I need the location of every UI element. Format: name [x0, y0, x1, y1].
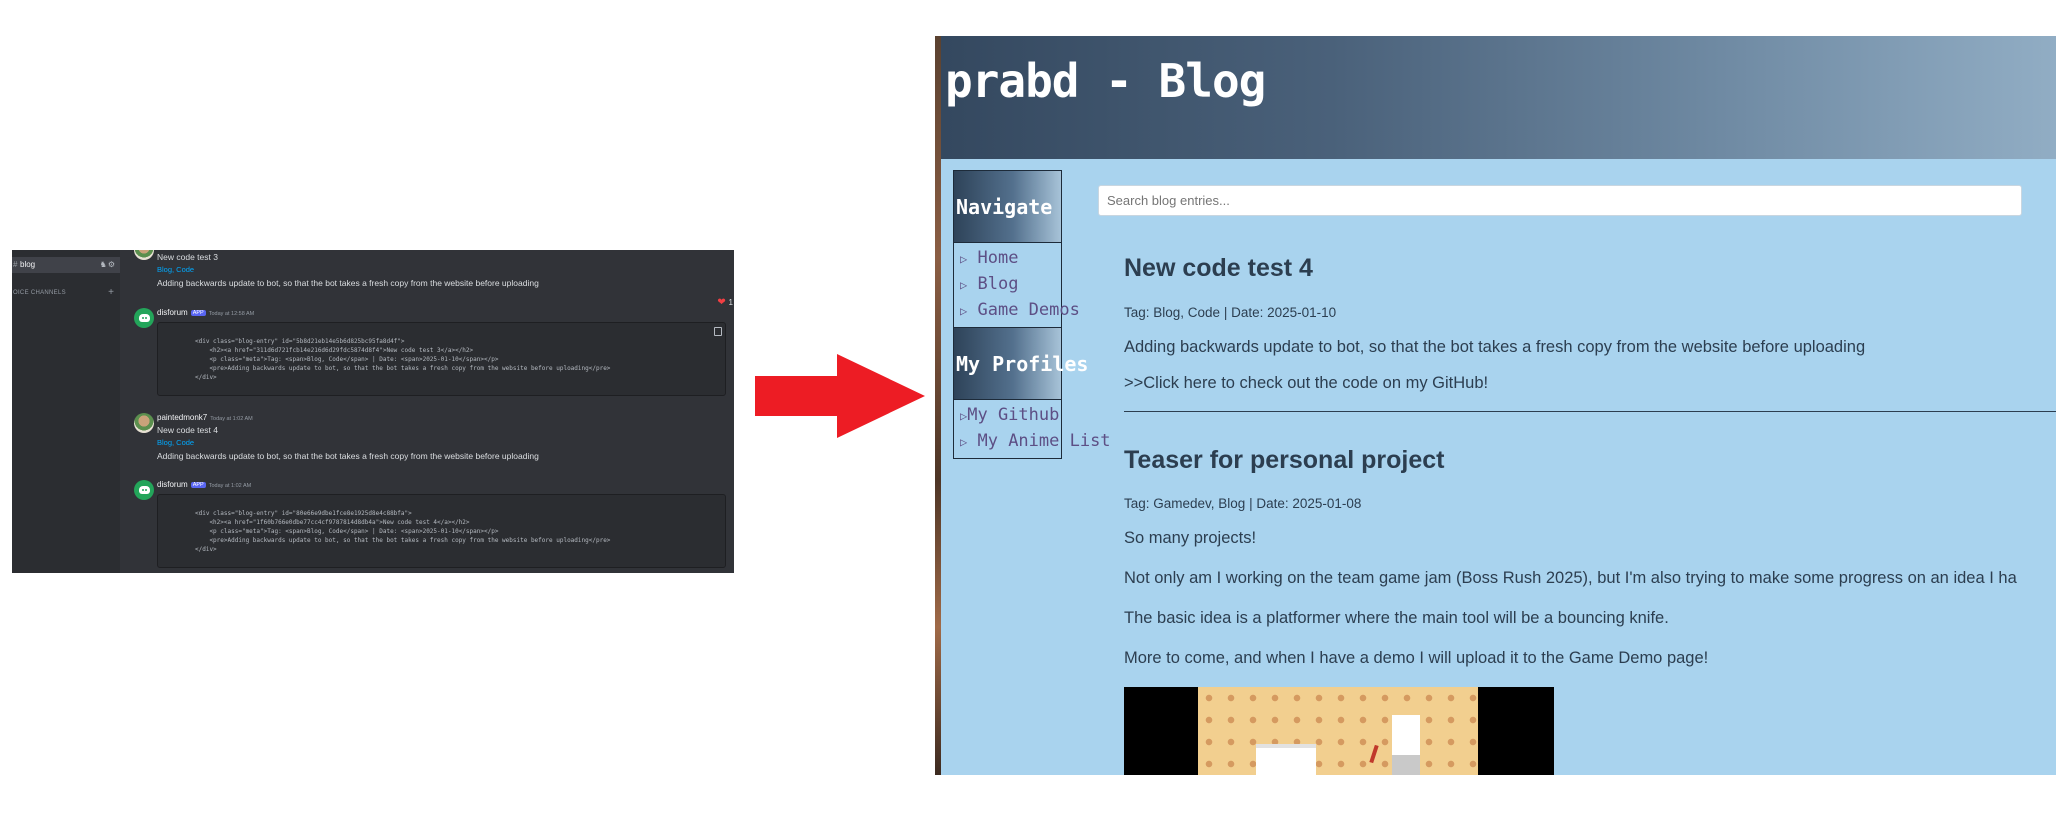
message-timestamp: Today at 1:02 AM	[208, 483, 252, 489]
message-tags: Blog, Code	[157, 265, 195, 274]
code-line: <pre>Adding backwards update to bot, so …	[195, 365, 611, 372]
profile-link-github[interactable]: ▷My Github	[960, 403, 1061, 429]
message-content: New code test 3	[157, 252, 218, 262]
code-block[interactable]: <div class="blog-entry" id="5b8d21eb14e5…	[157, 322, 726, 396]
nav-link-label[interactable]: Game Demos	[977, 300, 1079, 320]
copy-icon[interactable]	[714, 327, 722, 336]
post-paragraph: Not only am I working on the team game j…	[1124, 569, 2017, 587]
demo-pillar-base	[1392, 755, 1420, 775]
triangle-right-icon: ▷	[960, 252, 968, 266]
nav-item-game-demos[interactable]: ▷ Game Demos	[960, 298, 1080, 324]
code-line: <p class="meta">Tag: <span>Blog, Code</s…	[195, 528, 499, 535]
author-name[interactable]: disforum	[157, 480, 188, 489]
channel-name: blog	[20, 260, 36, 269]
profiles-heading: My Profiles	[954, 328, 1088, 400]
navigate-heading: Navigate	[954, 171, 1061, 243]
nav-link-label[interactable]: Home	[977, 248, 1018, 268]
triangle-right-icon: ▷	[960, 304, 968, 318]
profile-link-anime-list[interactable]: ▷ My Anime List	[960, 429, 1111, 455]
message-description: Adding backwards update to bot, so that …	[157, 278, 539, 288]
demo-block	[1256, 744, 1316, 775]
add-channel-icon[interactable]: +	[108, 287, 114, 298]
navigate-box: Navigate ▷ Home ▷ Blog ▷ Game Demos	[953, 170, 1080, 328]
post-title[interactable]: New code test 4	[1124, 254, 1313, 283]
discord-screenshot: # blog ♞⚙ OICE CHANNELS + New code test …	[12, 250, 734, 573]
message-author[interactable]: paintedmonk7 Today at 1:02 AM	[157, 413, 253, 422]
hash-icon: #	[13, 260, 18, 269]
code-line: </div>	[195, 374, 217, 381]
right-arrow-icon	[755, 354, 925, 438]
message-author[interactable]: disforum APP Today at 12:58 AM	[157, 308, 254, 317]
post-paragraph: The basic idea is a platformer where the…	[1124, 609, 1669, 627]
page-title: prabd - Blog	[945, 54, 1266, 108]
author-name[interactable]: disforum	[157, 308, 188, 317]
triangle-right-icon: ▷	[960, 278, 968, 292]
profiles-box: My Profiles ▷My Github ▷ My Anime List	[953, 327, 1111, 459]
search-input[interactable]	[1098, 185, 2022, 216]
profiles-list: ▷My Github ▷ My Anime List	[954, 400, 1111, 458]
post-paragraph: More to come, and when I have a demo I w…	[1124, 649, 1709, 667]
profile-link-label[interactable]: My Github	[967, 405, 1059, 425]
reaction[interactable]: ❤ 1	[717, 297, 733, 308]
code-line: <h2><a href="311d6d721fcb14e216d6d29fdc5…	[195, 347, 474, 354]
profile-link-label[interactable]: My Anime List	[977, 431, 1110, 451]
bot-avatar[interactable]	[134, 308, 154, 328]
discord-message-list: New code test 3 Blog, Code Adding backwa…	[120, 250, 734, 573]
app-badge: APP	[190, 310, 206, 316]
blog-screenshot: prabd - Blog Navigate ▷ Home ▷ Blog ▷ Ga…	[935, 36, 2056, 775]
code-line: <p class="meta">Tag: <span>Blog, Code</s…	[195, 356, 499, 363]
post-paragraph: Adding backwards update to bot, so that …	[1124, 338, 1866, 356]
message-author[interactable]: disforum APP Today at 1:02 AM	[157, 480, 251, 489]
code-line: </div>	[195, 546, 217, 553]
message-content: New code test 4	[157, 425, 218, 435]
code-line: <pre>Adding backwards update to bot, so …	[195, 537, 611, 544]
game-demo-image	[1124, 687, 1554, 775]
nav-item-home[interactable]: ▷ Home	[960, 246, 1061, 272]
message-timestamp: Today at 1:02 AM	[210, 416, 253, 422]
github-link[interactable]: >>Click here to check out the code on my…	[1124, 374, 1488, 393]
app-badge: APP	[190, 482, 206, 488]
post-title[interactable]: Teaser for personal project	[1124, 446, 1444, 475]
message-tags: Blog, Code	[157, 438, 195, 447]
voice-channels-label: OICE CHANNELS	[13, 290, 66, 296]
code-block[interactable]: <div class="blog-entry" id="80e66e9dbe1f…	[157, 494, 726, 568]
channel-item-blog[interactable]: # blog ♞⚙	[12, 257, 120, 273]
demo-floor	[1198, 687, 1478, 775]
code-line: <h2><a href="1f60b766e0dbe77cc4cf9787814…	[195, 519, 470, 526]
discord-channel-sidebar: # blog ♞⚙ OICE CHANNELS +	[12, 250, 120, 573]
avatar[interactable]	[134, 413, 154, 433]
discord-logo-icon	[138, 486, 150, 494]
code-line: <div class="blog-entry" id="80e66e9dbe1f…	[195, 510, 412, 517]
post-meta: Tag: Blog, Code | Date: 2025-01-10	[1124, 305, 1337, 320]
blog-header: prabd - Blog	[941, 36, 2056, 159]
discord-logo-icon	[138, 314, 150, 322]
nav-item-blog[interactable]: ▷ Blog	[960, 272, 1061, 298]
bot-avatar[interactable]	[134, 480, 154, 500]
avatar[interactable]	[134, 250, 154, 260]
reaction-count: 1	[728, 298, 733, 307]
nav-link-label[interactable]: Blog	[977, 274, 1018, 294]
heart-icon: ❤	[717, 297, 726, 308]
message-timestamp: Today at 12:58 AM	[208, 311, 255, 317]
author-name[interactable]: paintedmonk7	[157, 413, 207, 422]
message-description: Adding backwards update to bot, so that …	[157, 451, 539, 461]
post-paragraph: So many projects!	[1124, 529, 1257, 547]
add-member-icon[interactable]: ♞⚙	[100, 257, 116, 273]
post-meta: Tag: Gamedev, Blog | Date: 2025-01-08	[1124, 496, 1362, 511]
code-line: <div class="blog-entry" id="5b8d21eb14e5…	[195, 338, 405, 345]
nav-list: ▷ Home ▷ Blog ▷ Game Demos	[954, 243, 1080, 327]
post-divider	[1124, 411, 2056, 412]
triangle-right-icon: ▷	[960, 435, 968, 449]
